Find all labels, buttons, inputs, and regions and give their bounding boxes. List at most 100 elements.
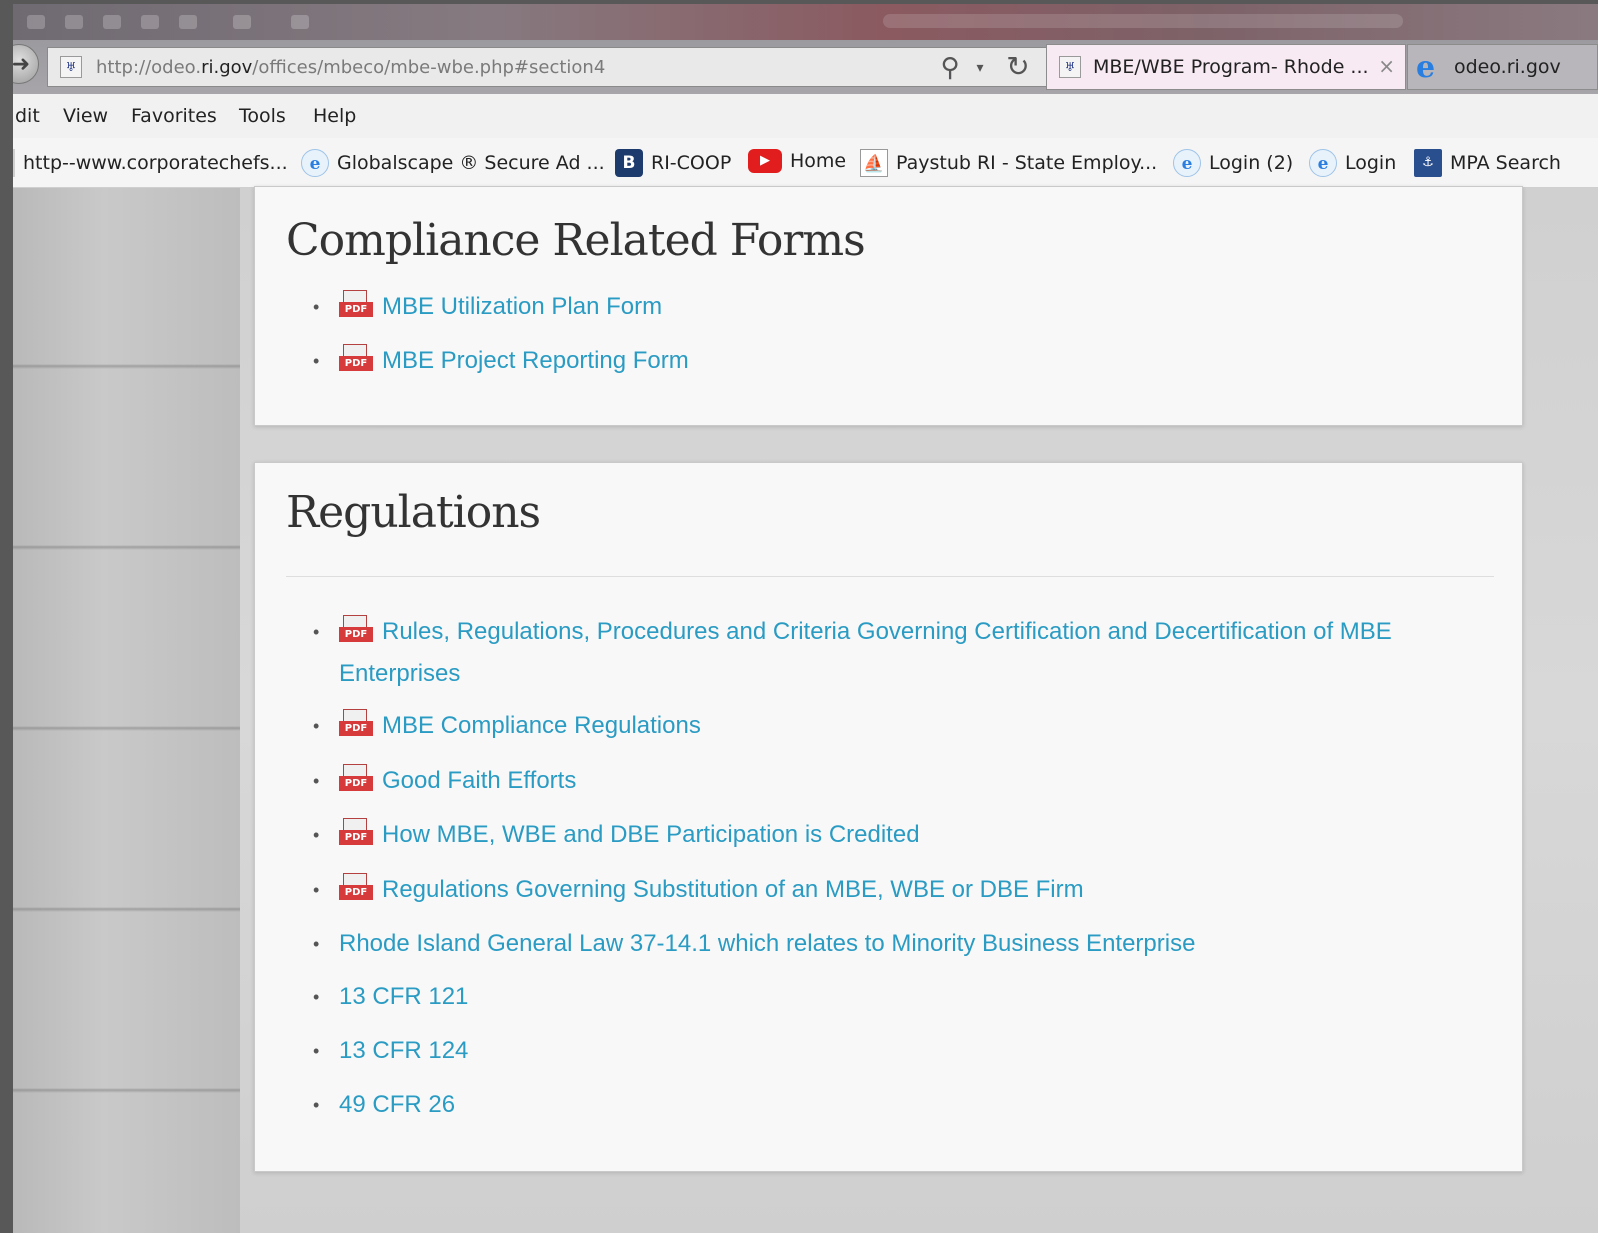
list-item: • PDF Good Faith Efforts xyxy=(313,760,1497,802)
regulation-link-substitution[interactable]: PDF Regulations Governing Substitution of… xyxy=(317,869,1497,911)
bullet: • xyxy=(313,1095,320,1115)
link-label: MBE Utilization Plan Form xyxy=(382,293,663,320)
favorite-label: Globalscape ® Secure Ad ... xyxy=(337,152,605,174)
section-title: Regulations xyxy=(286,487,541,538)
favorite-login[interactable]: e Login xyxy=(1309,149,1396,177)
tab-odeo[interactable]: e odeo.ri.gov xyxy=(1407,44,1598,90)
link-label: Rules, Regulations, Procedures and Crite… xyxy=(339,618,1392,687)
tab-label: odeo.ri.gov xyxy=(1454,56,1561,78)
regulation-link-ri-general-law[interactable]: Rhode Island General Law 37-14.1 which r… xyxy=(317,923,1497,965)
form-link-utilization-plan[interactable]: PDF MBE Utilization Plan Form xyxy=(317,286,1497,328)
pdf-icon: PDF xyxy=(339,615,373,643)
regulation-link-good-faith[interactable]: PDF Good Faith Efforts xyxy=(317,760,1497,802)
search-icon[interactable]: ⚲ xyxy=(935,53,965,83)
favorite-mpa-search[interactable]: ⚓ MPA Search xyxy=(1414,149,1561,177)
pdf-icon: PDF xyxy=(339,764,373,792)
refresh-icon[interactable]: ↻ xyxy=(1003,52,1033,82)
favorite-label: http--www.corporatechefs... xyxy=(23,152,288,174)
favorite-label: MPA Search xyxy=(1450,152,1561,174)
list-item: • PDF MBE Compliance Regulations xyxy=(313,705,1497,747)
close-icon[interactable]: × xyxy=(1378,54,1395,78)
form-link-project-reporting[interactable]: PDF MBE Project Reporting Form xyxy=(317,340,1497,382)
favorite-label: Login (2) xyxy=(1209,152,1294,174)
bullet: • xyxy=(313,351,320,371)
site-favicon-icon: ♅ xyxy=(60,56,82,78)
url-path: /offices/mbeco/mbe-wbe.php#section4 xyxy=(252,57,606,78)
favorite-label: RI-COOP xyxy=(651,152,732,174)
ghost-icon xyxy=(141,15,159,29)
link-label: MBE Compliance Regulations xyxy=(382,712,701,739)
bullet: • xyxy=(313,934,320,954)
address-row: ➜ ♅ http://odeo.ri.gov/offices/mbeco/mbe… xyxy=(13,40,1598,94)
list-item: • 49 CFR 26 xyxy=(313,1084,1497,1126)
bullet: • xyxy=(313,716,320,736)
list-item: • PDF How MBE, WBE and DBE Participation … xyxy=(313,814,1497,856)
link-label: MBE Project Reporting Form xyxy=(382,347,689,374)
list-item: • 13 CFR 124 xyxy=(313,1030,1497,1072)
menu-bar: dit View Favorites Tools Help xyxy=(13,94,1598,138)
ghost-icon xyxy=(103,15,121,29)
ghost-icon xyxy=(27,15,45,29)
regulation-link-13-cfr-121[interactable]: 13 CFR 121 xyxy=(317,976,1497,1018)
pdf-icon: PDF xyxy=(339,709,373,737)
chevron-down-icon[interactable]: ▾ xyxy=(970,53,990,83)
section-title: Compliance Related Forms xyxy=(286,215,866,266)
address-url[interactable]: http://odeo.ri.gov/offices/mbeco/mbe-wbe… xyxy=(96,57,605,78)
back-button[interactable]: ➜ xyxy=(13,44,39,84)
favorite-home[interactable]: ▶ Home xyxy=(748,149,846,177)
ghost-icon xyxy=(233,15,251,29)
window-title-blurred xyxy=(883,14,1403,28)
menu-help[interactable]: Help xyxy=(313,105,356,127)
link-label: How MBE, WBE and DBE Participation is Cr… xyxy=(382,821,920,848)
site-favicon-icon: ♅ xyxy=(1059,56,1081,78)
list-item: • 13 CFR 121 xyxy=(313,976,1497,1018)
regulation-link-compliance[interactable]: PDF MBE Compliance Regulations xyxy=(317,705,1497,747)
page-content: Compliance Related Forms • PDF MBE Utiliz… xyxy=(13,186,1598,1233)
pdf-icon: PDF xyxy=(339,344,373,372)
list-item: • PDF MBE Project Reporting Form xyxy=(313,340,1497,382)
ie-icon: e xyxy=(301,149,329,177)
pdf-icon: PDF xyxy=(339,290,373,318)
regulation-link-certification-rules[interactable]: PDF Rules, Regulations, Procedures and Cr… xyxy=(317,611,1497,695)
link-label: Regulations Governing Substitution of an… xyxy=(382,876,1084,903)
tab-label: MBE/WBE Program- Rhode ... xyxy=(1093,56,1369,78)
favorite-login-2[interactable]: e Login (2) xyxy=(1173,149,1293,177)
url-domain: ri.gov xyxy=(201,57,253,78)
regulation-link-49-cfr-26[interactable]: 49 CFR 26 xyxy=(317,1084,1497,1126)
regulation-link-participation-credited[interactable]: PDF How MBE, WBE and DBE Participation is… xyxy=(317,814,1497,856)
menu-tools[interactable]: Tools xyxy=(239,105,286,127)
regulation-link-13-cfr-124[interactable]: 13 CFR 124 xyxy=(317,1030,1497,1072)
menu-view[interactable]: View xyxy=(63,105,108,127)
wood-background xyxy=(13,188,240,1233)
bullet: • xyxy=(313,987,320,1007)
regulations-card: Regulations • PDF Rules, Regulations, Pro… xyxy=(254,462,1523,1172)
bullet: • xyxy=(313,771,320,791)
favorite-paystub[interactable]: ⛵ Paystub RI - State Employ... xyxy=(860,149,1157,177)
divider xyxy=(286,576,1494,577)
list-item: • PDF Rules, Regulations, Procedures and … xyxy=(313,611,1497,695)
ghost-icon xyxy=(65,15,83,29)
menu-edit[interactable]: dit xyxy=(15,105,40,127)
coop-icon: B xyxy=(615,149,643,177)
link-label: Good Faith Efforts xyxy=(382,767,577,794)
ie-icon: e xyxy=(1173,149,1201,177)
favorite-ri-coop[interactable]: B RI-COOP xyxy=(615,149,731,177)
address-bar[interactable]: ♅ http://odeo.ri.gov/offices/mbeco/mbe-w… xyxy=(47,47,1047,87)
bullet: • xyxy=(313,622,320,642)
pdf-icon: PDF xyxy=(339,818,373,846)
ie-icon: e xyxy=(1416,50,1436,85)
menu-favorites[interactable]: Favorites xyxy=(131,105,217,127)
paystub-icon: ⛵ xyxy=(860,149,888,177)
favorite-label: Login xyxy=(1345,152,1397,174)
favorite-label: Home xyxy=(790,150,847,172)
favorite-corporatechefs[interactable]: http--www.corporatechefs... xyxy=(13,149,288,177)
ghost-icon xyxy=(179,15,197,29)
tab-mbe-wbe-program[interactable]: ♅ MBE/WBE Program- Rhode ... × xyxy=(1046,44,1406,90)
list-item: • Rhode Island General Law 37-14.1 which… xyxy=(313,923,1497,965)
screen: ➜ ♅ http://odeo.ri.gov/offices/mbeco/mbe… xyxy=(0,0,1598,1233)
pdf-icon: PDF xyxy=(339,873,373,901)
favorite-globalscape[interactable]: e Globalscape ® Secure Ad ... xyxy=(301,149,605,177)
youtube-icon: ▶ xyxy=(748,149,782,173)
browser-window: ➜ ♅ http://odeo.ri.gov/offices/mbeco/mbe… xyxy=(13,4,1598,1233)
favorites-bar: http--www.corporatechefs... e Globalscape… xyxy=(13,138,1598,188)
